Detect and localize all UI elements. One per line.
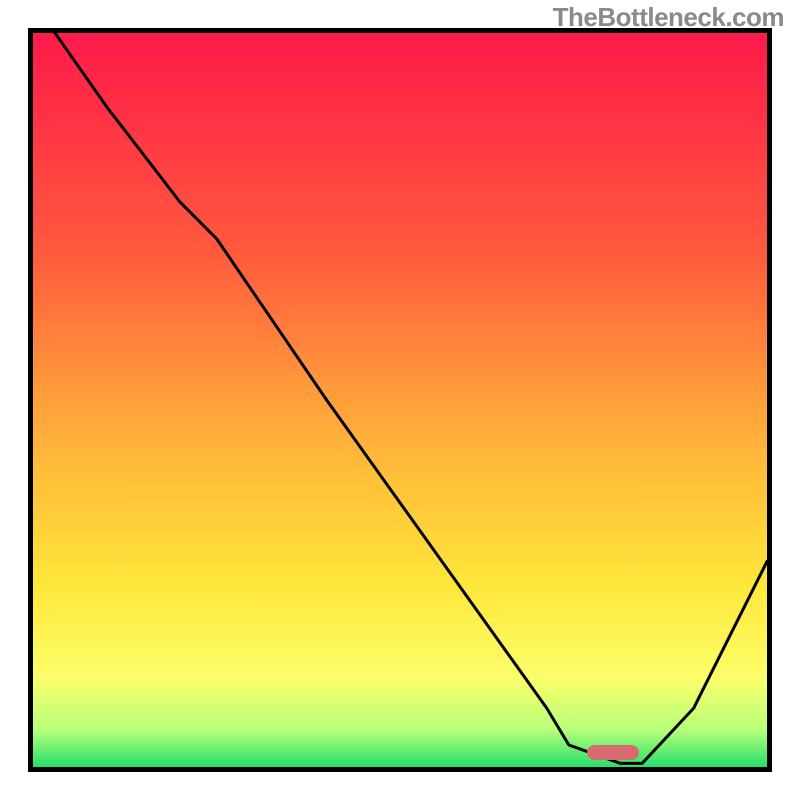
watermark: TheBottleneck.com — [553, 2, 784, 33]
optimal-marker — [587, 745, 638, 760]
plot-area — [28, 28, 772, 772]
bottleneck-curve — [33, 33, 767, 767]
chart-container: TheBottleneck.com — [0, 0, 800, 800]
